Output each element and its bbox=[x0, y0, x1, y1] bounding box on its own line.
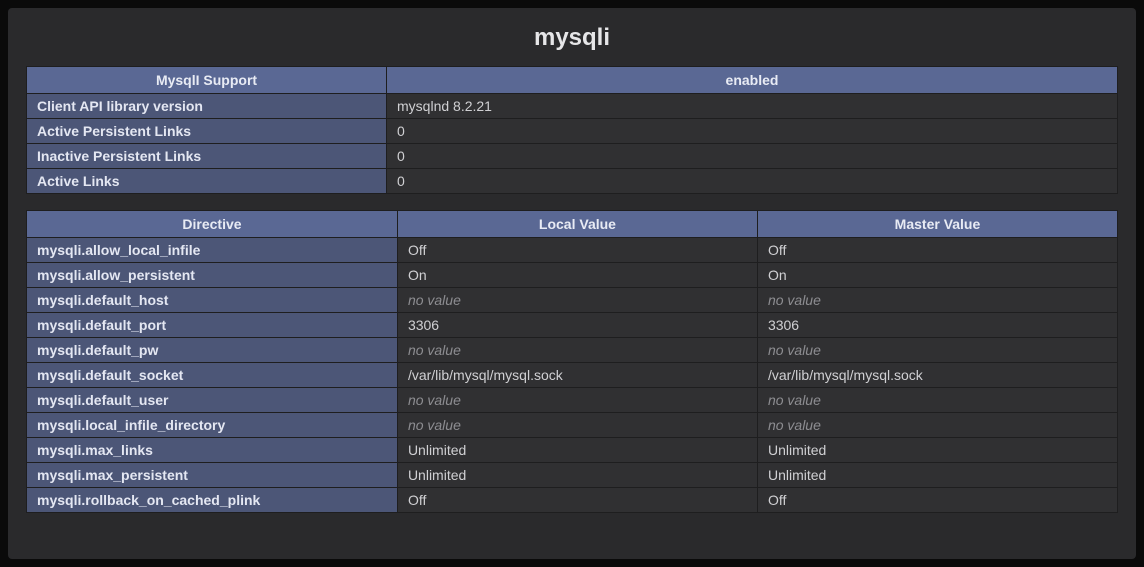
table-row: mysqli.default_host no value no value bbox=[27, 288, 1118, 313]
directives-header-local: Local Value bbox=[397, 211, 757, 238]
support-row-name: Client API library version bbox=[27, 94, 387, 119]
no-value-text: no value bbox=[408, 292, 461, 308]
directive-local-value: no value bbox=[397, 388, 757, 413]
section-title: mysqli bbox=[26, 24, 1118, 52]
directive-name: mysqli.rollback_on_cached_plink bbox=[27, 488, 398, 513]
table-row: mysqli.default_socket/var/lib/mysql/mysq… bbox=[27, 363, 1118, 388]
directive-local-value: Unlimited bbox=[397, 438, 757, 463]
directive-local-value: Off bbox=[397, 488, 757, 513]
directives-table: Directive Local Value Master Value mysql… bbox=[26, 210, 1118, 513]
support-header-row: MysqlI Support enabled bbox=[27, 67, 1118, 94]
directive-local-value: no value bbox=[397, 288, 757, 313]
directive-name: mysqli.local_infile_directory bbox=[27, 413, 398, 438]
directive-name: mysqli.allow_local_infile bbox=[27, 238, 398, 263]
support-row-name: Inactive Persistent Links bbox=[27, 144, 387, 169]
directive-master-value: 3306 bbox=[757, 313, 1117, 338]
table-row: Active Links0 bbox=[27, 169, 1118, 194]
directive-name: mysqli.max_persistent bbox=[27, 463, 398, 488]
table-row: mysqli.default_pw no value no value bbox=[27, 338, 1118, 363]
no-value-text: no value bbox=[768, 342, 821, 358]
table-row: Active Persistent Links0 bbox=[27, 119, 1118, 144]
directive-local-value: Unlimited bbox=[397, 463, 757, 488]
directive-local-value: /var/lib/mysql/mysql.sock bbox=[397, 363, 757, 388]
directive-master-value: no value bbox=[757, 388, 1117, 413]
directive-master-value: Off bbox=[757, 238, 1117, 263]
support-row-name: Active Links bbox=[27, 169, 387, 194]
directive-local-value: no value bbox=[397, 338, 757, 363]
table-row: mysqli.max_linksUnlimitedUnlimited bbox=[27, 438, 1118, 463]
directive-name: mysqli.default_host bbox=[27, 288, 398, 313]
directives-header-row: Directive Local Value Master Value bbox=[27, 211, 1118, 238]
directive-master-value: /var/lib/mysql/mysql.sock bbox=[757, 363, 1117, 388]
table-row: mysqli.default_port33063306 bbox=[27, 313, 1118, 338]
table-row: mysqli.max_persistentUnlimitedUnlimited bbox=[27, 463, 1118, 488]
directive-master-value: no value bbox=[757, 288, 1117, 313]
directive-local-value: 3306 bbox=[397, 313, 757, 338]
no-value-text: no value bbox=[768, 392, 821, 408]
table-row: Client API library versionmysqlnd 8.2.21 bbox=[27, 94, 1118, 119]
support-table: MysqlI Support enabled Client API librar… bbox=[26, 66, 1118, 194]
no-value-text: no value bbox=[768, 292, 821, 308]
support-header-left: MysqlI Support bbox=[27, 67, 387, 94]
support-row-value: 0 bbox=[387, 169, 1118, 194]
directives-header-master: Master Value bbox=[757, 211, 1117, 238]
directive-master-value: Off bbox=[757, 488, 1117, 513]
support-header-right: enabled bbox=[387, 67, 1118, 94]
directive-master-value: Unlimited bbox=[757, 438, 1117, 463]
directive-local-value: no value bbox=[397, 413, 757, 438]
no-value-text: no value bbox=[768, 417, 821, 433]
no-value-text: no value bbox=[408, 417, 461, 433]
directive-name: mysqli.default_socket bbox=[27, 363, 398, 388]
table-row: mysqli.rollback_on_cached_plinkOffOff bbox=[27, 488, 1118, 513]
table-row: mysqli.local_infile_directory no value no … bbox=[27, 413, 1118, 438]
table-row: Inactive Persistent Links0 bbox=[27, 144, 1118, 169]
directive-name: mysqli.max_links bbox=[27, 438, 398, 463]
table-row: mysqli.allow_persistentOnOn bbox=[27, 263, 1118, 288]
no-value-text: no value bbox=[408, 392, 461, 408]
directive-name: mysqli.default_port bbox=[27, 313, 398, 338]
table-row: mysqli.default_user no value no value bbox=[27, 388, 1118, 413]
phpinfo-section-panel: mysqli MysqlI Support enabled Client API… bbox=[8, 8, 1136, 559]
directive-master-value: Unlimited bbox=[757, 463, 1117, 488]
directive-name: mysqli.allow_persistent bbox=[27, 263, 398, 288]
table-row: mysqli.allow_local_infileOffOff bbox=[27, 238, 1118, 263]
directive-master-value: no value bbox=[757, 413, 1117, 438]
directives-header-directive: Directive bbox=[27, 211, 398, 238]
support-row-value: 0 bbox=[387, 119, 1118, 144]
directive-master-value: no value bbox=[757, 338, 1117, 363]
directive-local-value: Off bbox=[397, 238, 757, 263]
support-row-name: Active Persistent Links bbox=[27, 119, 387, 144]
directive-name: mysqli.default_user bbox=[27, 388, 398, 413]
directive-name: mysqli.default_pw bbox=[27, 338, 398, 363]
directive-master-value: On bbox=[757, 263, 1117, 288]
directive-local-value: On bbox=[397, 263, 757, 288]
support-row-value: mysqlnd 8.2.21 bbox=[387, 94, 1118, 119]
support-row-value: 0 bbox=[387, 144, 1118, 169]
no-value-text: no value bbox=[408, 342, 461, 358]
